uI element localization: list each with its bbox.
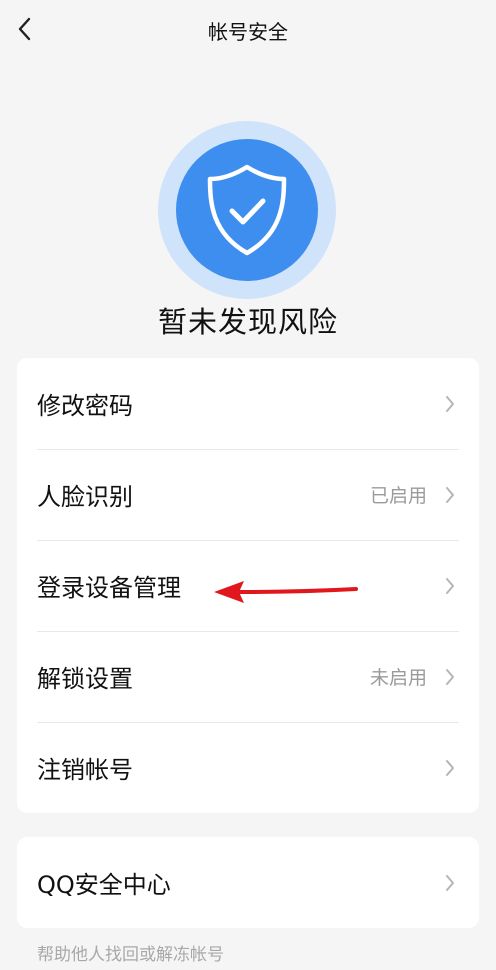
- qq-security-center-card: QQ安全中心: [17, 837, 479, 928]
- menu-item-label: 人脸识别: [37, 483, 133, 511]
- menu-item-label: 修改密码: [37, 392, 133, 420]
- menu-item-cancel-account[interactable]: 注销帐号: [17, 722, 479, 813]
- chevron-right-icon: [443, 873, 457, 893]
- menu-item-change-password[interactable]: 修改密码: [17, 358, 479, 449]
- menu-item-face-recognition[interactable]: 人脸识别 已启用: [17, 449, 479, 540]
- menu-item-label: 解锁设置: [37, 665, 133, 693]
- chevron-right-icon: [443, 576, 457, 596]
- shield-circle: [176, 139, 318, 281]
- menu-item-label: QQ安全中心: [37, 871, 171, 899]
- menu-item-unlock-settings[interactable]: 解锁设置 未启用: [17, 631, 479, 722]
- chevron-right-icon: [443, 667, 457, 687]
- menu-item-label: 注销帐号: [37, 756, 133, 784]
- menu-item-status: 未启用: [369, 667, 427, 689]
- shield-check-icon: [207, 164, 287, 256]
- help-others-recover-link[interactable]: 帮助他人找回或解冻帐号: [37, 940, 224, 965]
- page-title: 帐号安全: [208, 20, 288, 44]
- chevron-right-icon: [443, 758, 457, 778]
- red-arrow-annotation: [214, 581, 358, 603]
- security-status-badge: [158, 121, 336, 299]
- security-status-text: 暂未发现风险: [157, 305, 338, 339]
- menu-item-qq-security-center[interactable]: QQ安全中心: [17, 837, 479, 928]
- chevron-right-icon: [443, 394, 457, 414]
- chevron-right-icon: [443, 485, 457, 505]
- top-nav-bar: 帐号安全: [0, 0, 496, 58]
- menu-item-status: 已启用: [369, 485, 427, 507]
- menu-item-label: 登录设备管理: [37, 574, 181, 602]
